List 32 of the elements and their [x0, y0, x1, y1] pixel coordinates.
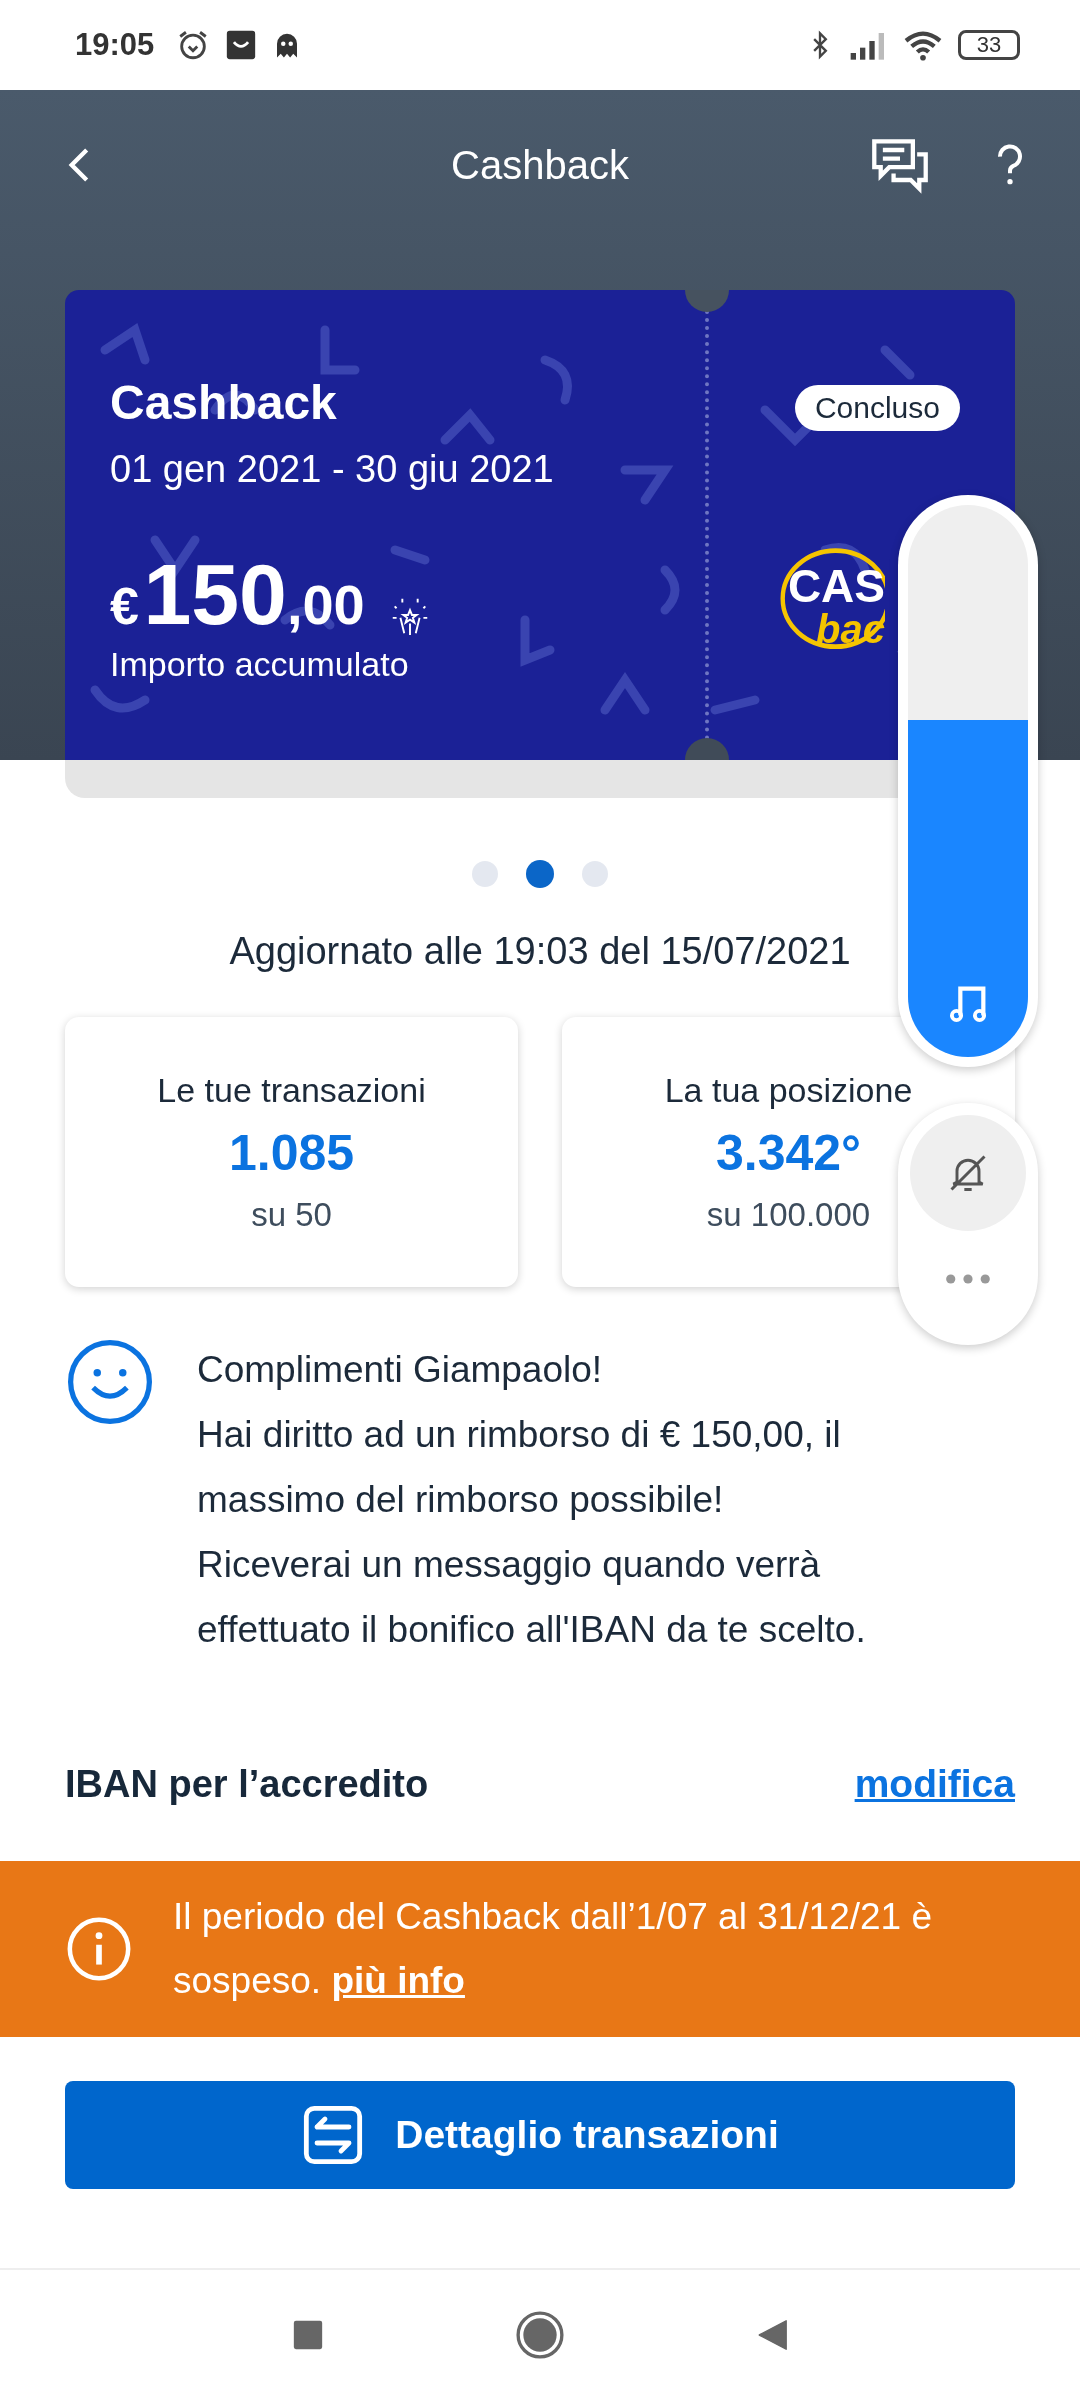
iban-label: IBAN per l’accredito	[65, 1762, 429, 1806]
updated-text: Aggiornato alle 19:03 del 15/07/2021	[228, 930, 852, 973]
card-period: 01 gen 2021 - 30 giu 2021	[110, 448, 555, 491]
status-badge: Concluso	[794, 385, 960, 431]
stat-value: 3.342°	[715, 1123, 862, 1182]
stat-title: La tua posizione	[664, 1070, 913, 1110]
more-info-link[interactable]: più info	[331, 1960, 465, 2001]
page-dot[interactable]	[472, 861, 498, 887]
card-title: Cashback	[110, 375, 338, 430]
edit-link[interactable]: modifica	[854, 1762, 1015, 1806]
message-text: Riceverai un messaggio quando verrà effettuato il bonifico all'IBAN da te scelto.	[197, 1543, 867, 1652]
stat-subtitle: su 50	[251, 1195, 332, 1234]
message-text: Complimenti Giampaolo!	[197, 1348, 604, 1392]
volume-slider[interactable]	[898, 495, 1038, 1067]
page-dot[interactable]	[582, 861, 608, 887]
stat-value: 1.085	[228, 1123, 355, 1182]
recents-icon[interactable]	[291, 2318, 325, 2352]
transactions-detail-button[interactable]: Dettaglio transazioni	[65, 2081, 1015, 2189]
info-icon	[65, 1915, 133, 1983]
home-icon[interactable]	[515, 2310, 565, 2360]
more-icon[interactable]	[945, 1273, 991, 1285]
header-title: Cashback	[450, 142, 630, 188]
battery-indicator: 33	[958, 30, 1020, 60]
status-time: 19:05	[75, 27, 155, 63]
amount-label: Importo accumulato	[110, 645, 410, 684]
page-dot[interactable]	[526, 860, 554, 888]
stat-title: Le tue transazioni	[157, 1070, 426, 1110]
smiley-icon	[65, 1337, 155, 1427]
message-text: Hai diritto ad un rimborso di € 150,00, il massimo del rimborso possibile!	[197, 1413, 842, 1522]
notice-text: Il periodo del Cashback dall’1/07 al 31/12/21 è sospeso. più info	[173, 1895, 934, 2003]
amount-value: €150,00	[110, 551, 365, 637]
stat-subtitle: su 100.000	[706, 1195, 871, 1234]
